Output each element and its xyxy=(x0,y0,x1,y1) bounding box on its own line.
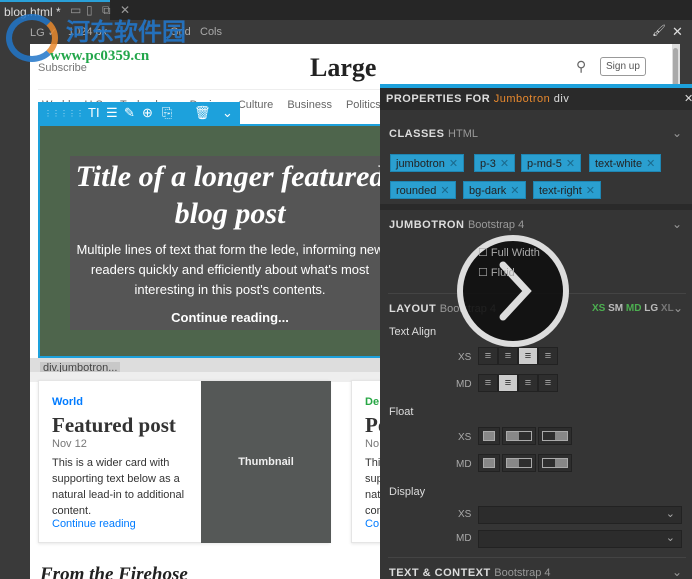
float-right-button[interactable] xyxy=(538,427,572,445)
element-label-bar: div.jumbotron... xyxy=(30,358,380,374)
card-link[interactable]: Continue reading xyxy=(52,518,136,530)
md-label: MD xyxy=(456,533,472,544)
panel-title: PROPERTIES FOR Jumbotron div xyxy=(386,93,570,105)
jumbotron-title: Title of a longer featured blog post xyxy=(75,160,385,230)
breakpoint-switcher: XS SM MD LG XL xyxy=(592,303,674,314)
chevron-down-icon[interactable]: ⌄ xyxy=(222,105,233,121)
xs-label: XS xyxy=(458,509,472,520)
card-date: Nov 12 xyxy=(52,438,87,450)
bp-sm[interactable]: SM xyxy=(608,303,623,314)
class-tag[interactable]: text-white ✕ xyxy=(589,154,662,172)
cols-toggle[interactable]: Cols xyxy=(200,26,222,38)
panel-header: PROPERTIES FOR Jumbotron div ✕ xyxy=(380,88,692,110)
float-none-button[interactable] xyxy=(478,454,500,472)
float-none-button[interactable] xyxy=(478,427,500,445)
insert-icon[interactable]: ⎘ xyxy=(162,105,172,121)
site-brand[interactable]: Large xyxy=(310,53,376,83)
chevron-down-icon[interactable]: ⌄ xyxy=(672,126,682,140)
text-icon[interactable]: TI xyxy=(88,105,100,120)
brush-icon[interactable]: ✎ xyxy=(124,105,135,121)
class-tag[interactable]: rounded ✕ xyxy=(390,181,456,199)
class-tag[interactable]: p-3 ✕ xyxy=(474,154,516,172)
card-date: No xyxy=(365,438,380,450)
float-left-button[interactable] xyxy=(502,454,536,472)
settings-sliders-icon[interactable]: ☰ xyxy=(106,105,118,121)
chevron-down-icon[interactable]: ⌄ xyxy=(673,301,683,315)
align-left-button[interactable]: ≡ xyxy=(478,347,498,365)
brush-icon[interactable]: 🖌 xyxy=(652,24,666,37)
align-right-button[interactable]: ≡ xyxy=(518,374,538,392)
divider xyxy=(388,557,686,558)
align-justify-button[interactable]: ≡ xyxy=(538,374,558,392)
nav-item[interactable]: Politics xyxy=(346,99,381,111)
continue-reading-link[interactable]: Continue reading... xyxy=(70,310,390,325)
signup-button[interactable]: Sign up xyxy=(600,57,646,76)
fluid-label: Fluid xyxy=(490,267,515,279)
bp-xs[interactable]: XS xyxy=(592,303,605,314)
close-icon[interactable]: ✕ xyxy=(672,24,683,40)
firehose-heading: From the Firehose xyxy=(40,564,188,579)
xs-label: XS xyxy=(458,352,472,363)
chevron-down-icon[interactable]: ⌄ xyxy=(672,217,682,231)
close-panel-icon[interactable]: ✕ xyxy=(684,92,692,105)
align-right-button[interactable]: ≡ xyxy=(518,347,538,365)
full-width-checkbox[interactable]: ☐ Full Width xyxy=(478,246,540,259)
float-left-button[interactable] xyxy=(502,427,536,445)
md-label: MD xyxy=(456,379,472,390)
duplicate-icon[interactable]: ⊕ xyxy=(142,105,153,121)
jumbotron-header[interactable]: JUMBOTRON Bootstrap 4 xyxy=(389,219,524,231)
full-width-label: Full Width xyxy=(490,247,540,259)
card-category[interactable]: De xyxy=(365,396,379,408)
classes-header[interactable]: CLASSES HTML xyxy=(389,128,478,140)
watermark-text: 河东软件园 xyxy=(66,19,186,46)
jumbotron-lede: Multiple lines of text that form the led… xyxy=(76,242,384,297)
fluid-checkbox[interactable]: ☐ Fluid xyxy=(478,266,515,279)
card-title: Featured post xyxy=(52,413,176,437)
watermark-url: www.pc0359.cn xyxy=(50,48,150,64)
align-center-button[interactable]: ≡ xyxy=(498,374,518,392)
nav-item[interactable]: Culture xyxy=(238,99,273,111)
bp-lg[interactable]: LG xyxy=(644,303,658,314)
align-justify-button[interactable]: ≡ xyxy=(538,347,558,365)
bp-md[interactable]: MD xyxy=(626,303,642,314)
jumbotron[interactable]: Title of a longer featured blog post Mul… xyxy=(38,124,390,358)
text-align-label: Text Align xyxy=(389,326,437,338)
float-label: Float xyxy=(389,406,414,418)
display-label: Display xyxy=(389,486,426,498)
search-icon[interactable]: ⚲ xyxy=(576,58,586,75)
text-context-header[interactable]: TEXT & CONTEXT Bootstrap 4 xyxy=(389,567,551,579)
thumbnail: Thumbnail xyxy=(201,381,331,543)
element-toolbar: ⋮⋮⋮⋮⋮ TI ☰ ✎ ⊕ ⎘ 🗑 ⌄ xyxy=(38,102,240,124)
chevron-down-icon[interactable]: ⌄ xyxy=(672,565,682,579)
card-category[interactable]: World xyxy=(52,396,83,408)
nav-item[interactable]: Business xyxy=(287,99,332,111)
card-link[interactable]: Co xyxy=(365,518,379,530)
align-left-button[interactable]: ≡ xyxy=(478,374,498,392)
align-center-button[interactable]: ≡ xyxy=(498,347,518,365)
class-tag[interactable]: text-right ✕ xyxy=(533,181,602,199)
delete-icon[interactable]: 🗑 xyxy=(194,105,211,121)
jumbotron-content: Title of a longer featured blog post Mul… xyxy=(70,156,390,330)
float-right-button[interactable] xyxy=(538,454,572,472)
featured-card: World Featured post Nov 12 This is a wid… xyxy=(38,380,331,543)
display-xs-select[interactable]: ⌄ xyxy=(478,506,682,524)
md-label: MD xyxy=(456,459,472,470)
bp-xl[interactable]: XL xyxy=(661,303,674,314)
xs-label: XS xyxy=(458,432,472,443)
card-text: This is a wider card with supporting tex… xyxy=(52,457,185,517)
resize-handle[interactable] xyxy=(380,204,692,210)
class-tag[interactable]: p-md-5 ✕ xyxy=(521,154,582,172)
drag-handle-icon[interactable]: ⋮⋮⋮⋮⋮ xyxy=(44,109,84,118)
class-tag[interactable]: bg-dark ✕ xyxy=(463,181,526,199)
class-tag[interactable]: jumbotron ✕ xyxy=(390,154,465,172)
display-md-select[interactable]: ⌄ xyxy=(478,530,682,548)
